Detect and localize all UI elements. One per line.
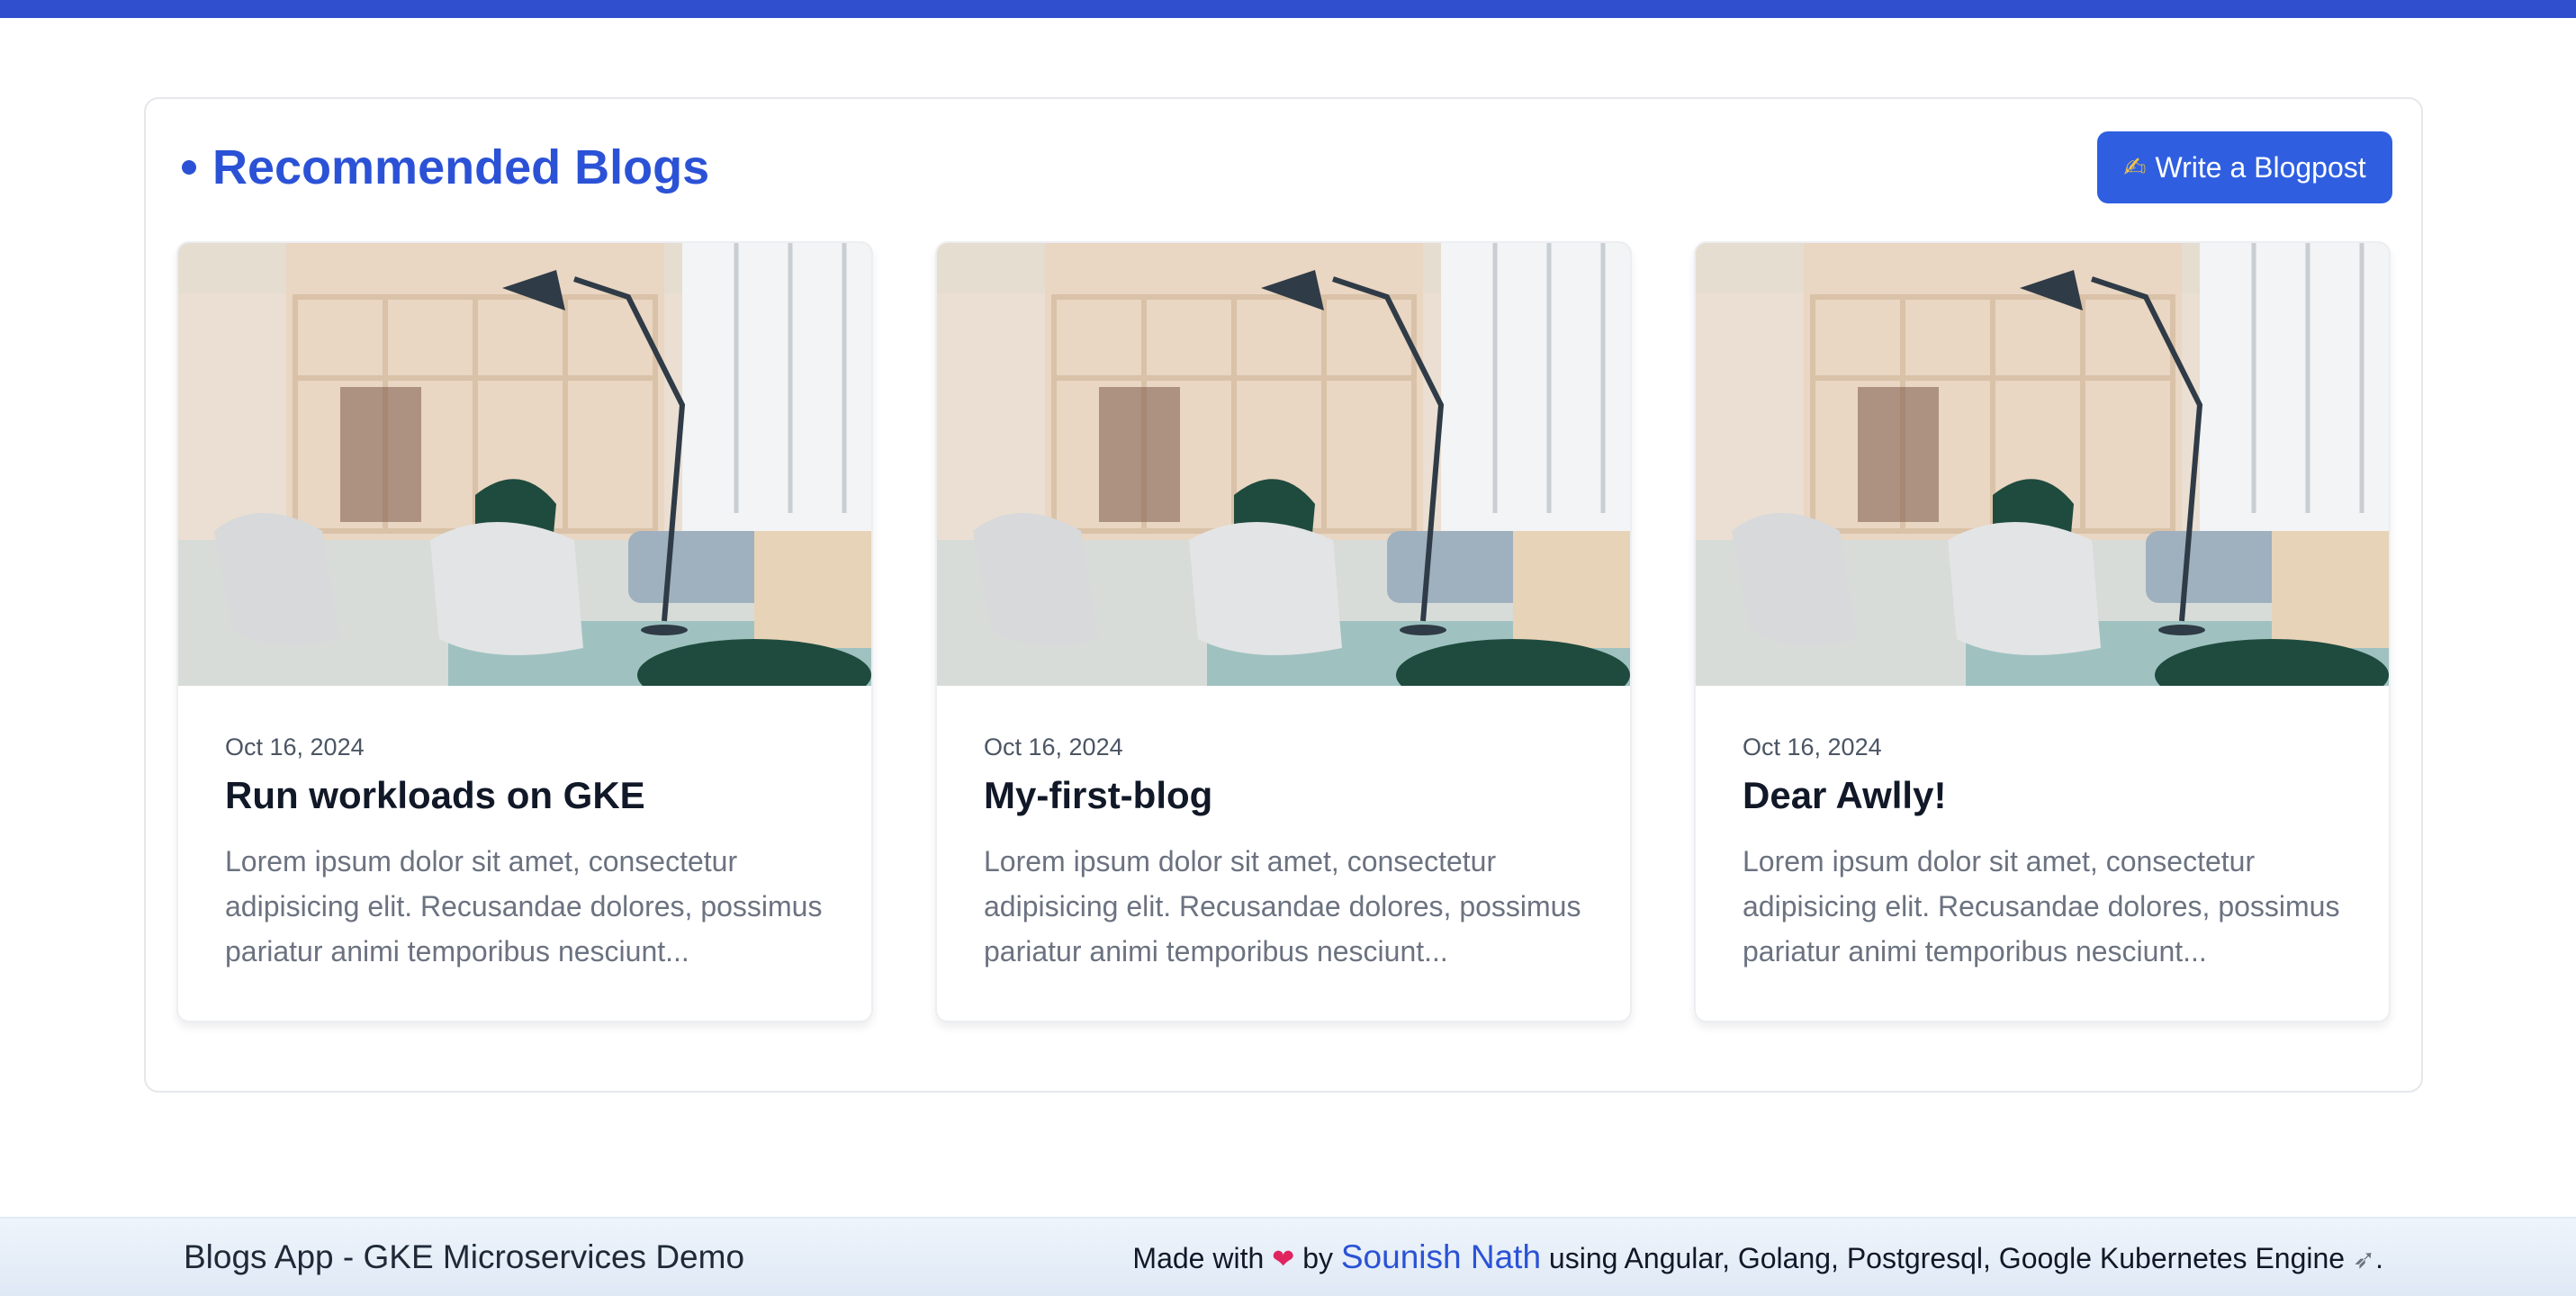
author-link[interactable]: Sounish Nath [1341, 1238, 1541, 1275]
bullet-dot-icon [182, 160, 196, 175]
blog-card[interactable]: Oct 16, 2024 My-first-blog Lorem ipsum d… [935, 241, 1632, 1022]
blog-card-body: Oct 16, 2024 Run workloads on GKE Lorem … [225, 729, 833, 974]
blog-cover-image[interactable] [178, 243, 871, 686]
lounge-photo-illustration [937, 243, 1630, 686]
blog-date: Oct 16, 2024 [1743, 734, 1882, 760]
footer-credits: Made with ❤ by Sounish Nath using Angula… [1132, 1235, 2383, 1280]
write-blogpost-label: Write a Blogpost [2155, 150, 2366, 184]
blog-excerpt: Lorem ipsum dolor sit amet, consectetur … [225, 845, 823, 968]
page-title: Recommended Blogs [212, 140, 710, 194]
lounge-photo-illustration [178, 243, 871, 686]
blog-date: Oct 16, 2024 [225, 734, 365, 760]
blog-title[interactable]: Run workloads on GKE [225, 772, 833, 819]
blog-title[interactable]: My-first-blog [984, 772, 1592, 819]
blog-excerpt: Lorem ipsum dolor sit amet, consectetur … [984, 845, 1581, 968]
recommended-blogs-panel: Recommended Blogs ✍ Write a Blogpost Oct… [144, 97, 2423, 1093]
blog-cover-image[interactable] [937, 243, 1630, 686]
rocket-icon: ➶ [2352, 1244, 2376, 1275]
blog-card[interactable]: Oct 16, 2024 Dear Awlly! Lorem ipsum dol… [1694, 241, 2391, 1022]
footer-period: . [2375, 1242, 2383, 1274]
blog-card-body: Oct 16, 2024 My-first-blog Lorem ipsum d… [984, 729, 1592, 974]
footer-app-name: Blogs App - GKE Microservices Demo [184, 1238, 745, 1275]
blog-excerpt: Lorem ipsum dolor sit amet, consectetur … [1743, 845, 2340, 968]
heart-icon: ❤ [1272, 1244, 1295, 1275]
write-blogpost-button[interactable]: ✍ Write a Blogpost [2097, 131, 2392, 203]
writing-hand-icon: ✍ [2123, 151, 2147, 184]
by-text: by [1302, 1242, 1333, 1274]
made-with-text: Made with [1132, 1242, 1265, 1274]
tech-stack-text: using Angular, Golang, Postgresql, Googl… [1548, 1242, 2346, 1274]
blog-cover-image[interactable] [1696, 243, 2389, 686]
blog-card[interactable]: Oct 16, 2024 Run workloads on GKE Lorem … [176, 241, 873, 1022]
top-accent-bar [0, 0, 2576, 18]
lounge-photo-illustration [1696, 243, 2389, 686]
panel-header: Recommended Blogs ✍ Write a Blogpost [178, 131, 2392, 203]
blog-date: Oct 16, 2024 [984, 734, 1123, 760]
footer: Blogs App - GKE Microservices Demo Made … [0, 1217, 2576, 1296]
blog-card-body: Oct 16, 2024 Dear Awlly! Lorem ipsum dol… [1743, 729, 2351, 974]
blog-title[interactable]: Dear Awlly! [1743, 772, 2351, 819]
